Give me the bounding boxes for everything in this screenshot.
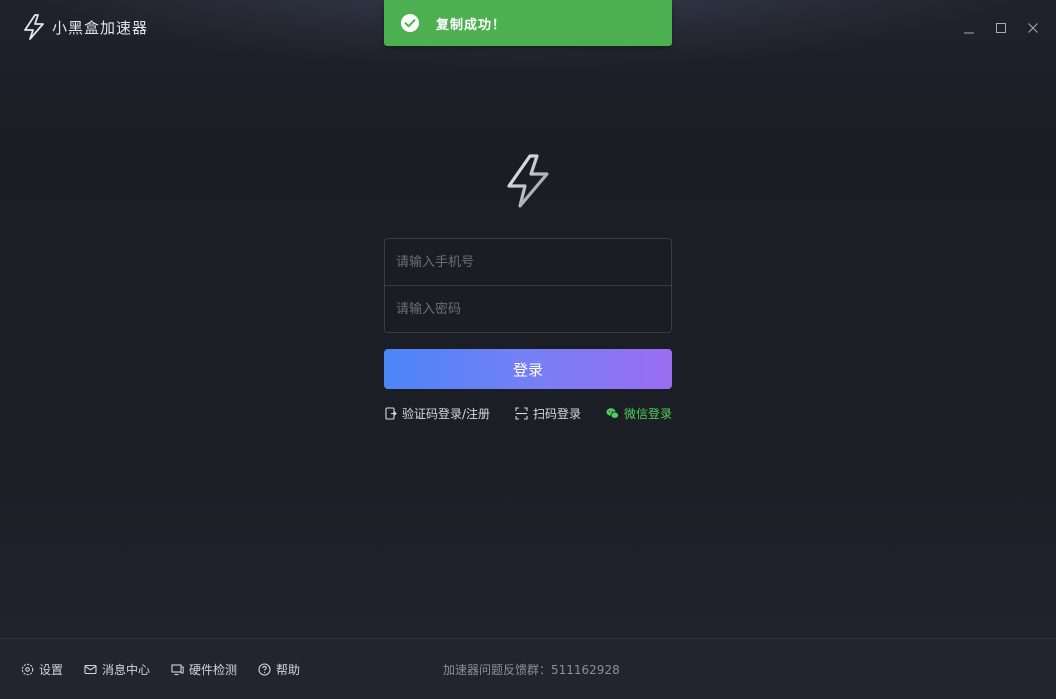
maximize-button[interactable] [990, 17, 1012, 39]
toast-message: 复制成功！ [436, 17, 507, 33]
help-button[interactable]: 帮助 [258, 661, 300, 678]
settings-label: 设置 [39, 663, 64, 677]
feedback-group-text: 加速器问题反馈群：511162928 [443, 663, 620, 677]
wechat-login-link[interactable]: 微信登录 [606, 405, 672, 422]
wechat-icon [606, 407, 619, 419]
maximize-icon [996, 23, 1006, 33]
close-icon [1028, 23, 1038, 33]
app-name: 小黑盒加速器 [52, 18, 149, 37]
help-icon [258, 663, 271, 676]
message-center-label: 消息中心 [102, 663, 151, 677]
minimize-button[interactable] [958, 17, 980, 39]
hardware-check-button[interactable]: 硬件检测 [171, 661, 237, 678]
login-button[interactable]: 登录 [384, 349, 672, 389]
center-lightning-logo-icon [507, 154, 549, 208]
scan-login-label: 扫码登录 [533, 406, 582, 421]
help-label: 帮助 [276, 663, 301, 677]
scan-icon [515, 406, 528, 420]
window-controls [958, 17, 1044, 39]
mail-icon [84, 664, 97, 675]
sms-code-icon [385, 406, 397, 420]
password-input[interactable] [385, 286, 671, 332]
login-form [384, 238, 672, 333]
footer-nav: 设置 消息中心 硬件检测 帮助 [21, 661, 300, 678]
monitor-icon [171, 664, 184, 676]
scan-login-link[interactable]: 扫码登录 [515, 405, 581, 422]
minimize-icon [964, 32, 974, 34]
wechat-login-label: 微信登录 [623, 406, 672, 421]
sms-code-login-link[interactable]: 验证码登录/注册 [384, 405, 490, 422]
hardware-check-label: 硬件检测 [189, 663, 238, 677]
gear-icon [21, 663, 34, 676]
message-center-button[interactable]: 消息中心 [84, 661, 150, 678]
alt-login-methods: 验证码登录/注册 扫码登录 微信登录 [384, 404, 672, 422]
success-toast: 复制成功！ [384, 0, 672, 46]
settings-button[interactable]: 设置 [21, 661, 63, 678]
footer-bar: 设置 消息中心 硬件检测 帮助 加速器问题反馈群：511162928 [0, 638, 1056, 699]
check-circle-icon [401, 14, 419, 32]
lightning-logo-icon [24, 14, 44, 40]
app-brand: 小黑盒加速器 [22, 14, 148, 40]
phone-input[interactable] [385, 239, 671, 285]
sms-code-login-label: 验证码登录/注册 [402, 406, 491, 421]
close-button[interactable] [1022, 17, 1044, 39]
